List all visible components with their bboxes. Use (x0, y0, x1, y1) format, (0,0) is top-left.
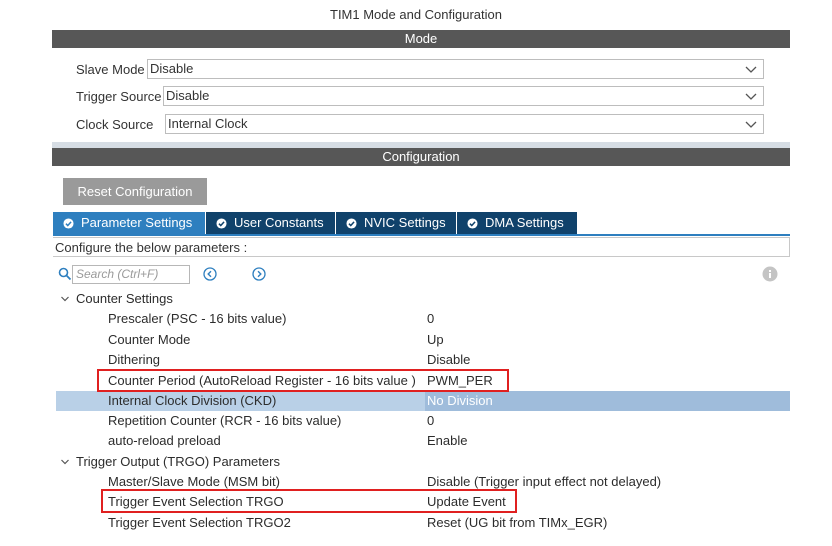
tab-label: Parameter Settings (81, 215, 193, 230)
slave-mode-label: Slave Mode (76, 62, 145, 77)
clock-source-label: Clock Source (76, 117, 154, 132)
param-value[interactable]: Disable (427, 350, 470, 370)
tab-dma-settings[interactable]: DMA Settings (457, 212, 577, 234)
check-circle-icon (63, 217, 74, 229)
param-name: Repetition Counter (RCR - 16 bits value) (108, 413, 342, 428)
slave-mode-value: Disable (150, 61, 194, 76)
param-value[interactable]: 0 (427, 309, 434, 329)
prev-arrow-icon[interactable] (203, 267, 217, 281)
tab-parameter-settings[interactable]: Parameter Settings (53, 212, 205, 234)
trigger-source-label: Trigger Source (76, 89, 162, 104)
collapse-arrow-icon[interactable] (60, 457, 70, 467)
param-value[interactable]: No Division (427, 391, 493, 411)
annotation-box-trgo (101, 489, 517, 513)
tab-label: User Constants (234, 215, 324, 230)
group-counter-settings[interactable]: Counter Settings (76, 289, 173, 309)
check-circle-icon (467, 217, 478, 229)
configuration-header: Configuration (52, 148, 790, 166)
param-value[interactable]: 0 (427, 411, 434, 431)
param-name: auto-reload preload (108, 433, 221, 448)
annotation-box-counter-period (97, 369, 509, 392)
mode-header: Mode (52, 30, 790, 48)
param-value[interactable]: Reset (UG bit from TIMx_EGR) (427, 513, 607, 533)
param-name: Counter Mode (108, 332, 191, 347)
clock-source-value: Internal Clock (168, 116, 248, 131)
next-arrow-icon[interactable] (252, 267, 266, 281)
trigger-source-value: Disable (166, 88, 210, 103)
info-icon[interactable] (762, 266, 778, 282)
tab-label: NVIC Settings (364, 215, 446, 230)
tab-label: DMA Settings (485, 215, 564, 230)
slave-mode-select[interactable]: Disable (147, 59, 764, 79)
param-name: Internal Clock Division (CKD) (108, 393, 277, 408)
group-trigger-output[interactable]: Trigger Output (TRGO) Parameters (76, 452, 280, 472)
tab-bar: Parameter Settings User Constants NVIC S… (53, 212, 578, 234)
tab-underline (53, 234, 790, 236)
chevron-down-icon (745, 121, 757, 128)
param-value[interactable]: Up (427, 330, 444, 350)
tab-nvic-settings[interactable]: NVIC Settings (336, 212, 456, 234)
tab-user-constants[interactable]: User Constants (206, 212, 335, 234)
search-icon[interactable] (58, 267, 72, 281)
check-circle-icon (346, 217, 357, 229)
clock-source-select[interactable]: Internal Clock (165, 114, 764, 134)
param-name: Prescaler (PSC - 16 bits value) (108, 311, 287, 326)
param-name: Dithering (108, 352, 161, 367)
configure-hint: Configure the below parameters : (53, 237, 790, 257)
collapse-arrow-icon[interactable] (60, 294, 70, 304)
check-circle-icon (216, 217, 227, 229)
reset-configuration-button[interactable]: Reset Configuration (63, 178, 207, 205)
trigger-source-select[interactable]: Disable (163, 86, 764, 106)
search-input[interactable]: Search (Ctrl+F) (72, 265, 190, 284)
chevron-down-icon (745, 93, 757, 100)
param-name: Trigger Event Selection TRGO2 (108, 515, 291, 530)
window-title: TIM1 Mode and Configuration (330, 7, 502, 22)
search-placeholder: Search (Ctrl+F) (76, 267, 159, 281)
chevron-down-icon (745, 66, 757, 73)
param-value[interactable]: Enable (427, 431, 467, 451)
